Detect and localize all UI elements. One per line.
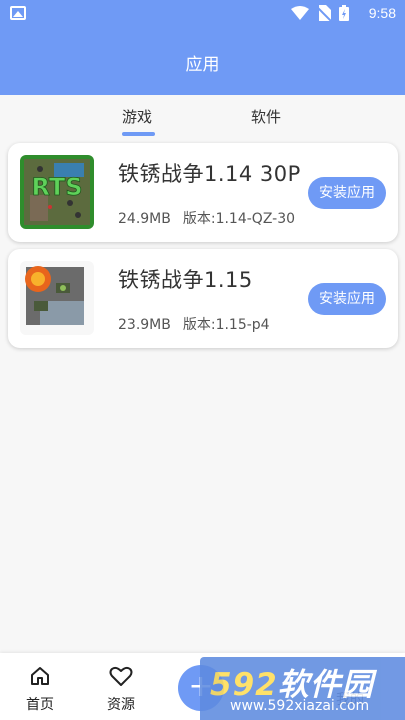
- battery-icon: [339, 5, 349, 21]
- tab-games[interactable]: 游戏: [122, 106, 152, 127]
- rts-logo-text: RTS: [31, 173, 82, 201]
- status-bar: 9:58: [0, 0, 405, 28]
- page-title: 应用: [185, 55, 220, 75]
- app-card[interactable]: 铁锈战争1.15 23.9MB 版本:1.15-p4 安装应用: [8, 249, 398, 348]
- gallery-notification-icon: [10, 6, 26, 20]
- clock: 9:58: [368, 5, 396, 21]
- rts-game-icon: RTS: [20, 155, 94, 229]
- home-icon: [31, 667, 49, 685]
- active-tab-indicator: [122, 132, 155, 136]
- app-card[interactable]: RTS 铁锈战争1.14 30P 24.9MB 版本:1.14-QZ-30 安装应…: [8, 143, 398, 242]
- watermark-url: www.592xiazai.com: [230, 698, 370, 714]
- app-size: 24.9MB: [118, 211, 171, 227]
- wifi-icon: [291, 6, 309, 20]
- nav-resources[interactable]: 资源: [91, 665, 151, 714]
- app-title: 铁锈战争1.14 30P: [118, 162, 301, 186]
- no-sim-icon: [317, 5, 331, 21]
- nav-home[interactable]: 首页: [10, 665, 70, 714]
- heart-icon: [109, 666, 133, 686]
- install-button[interactable]: 安装应用: [308, 177, 386, 209]
- app-size: 23.9MB: [118, 317, 171, 333]
- battle-explosion-icon: [20, 261, 94, 335]
- app-meta: 23.9MB 版本:1.15-p4: [118, 314, 270, 334]
- app-title: 铁锈战争1.15: [118, 268, 253, 292]
- watermark: 592软件园 www.592xiazai.com: [200, 657, 405, 720]
- tab-software[interactable]: 软件: [251, 106, 281, 127]
- app-version: 版本:1.14-QZ-30: [182, 211, 296, 227]
- nav-resources-label: 资源: [107, 697, 135, 713]
- app-version: 版本:1.15-p4: [182, 317, 270, 333]
- app-meta: 24.9MB 版本:1.14-QZ-30: [118, 208, 295, 228]
- category-tabs: 游戏 软件: [0, 95, 405, 140]
- nav-home-label: 首页: [26, 697, 54, 713]
- install-button[interactable]: 安装应用: [308, 283, 386, 315]
- app-bar: 应用: [0, 28, 405, 95]
